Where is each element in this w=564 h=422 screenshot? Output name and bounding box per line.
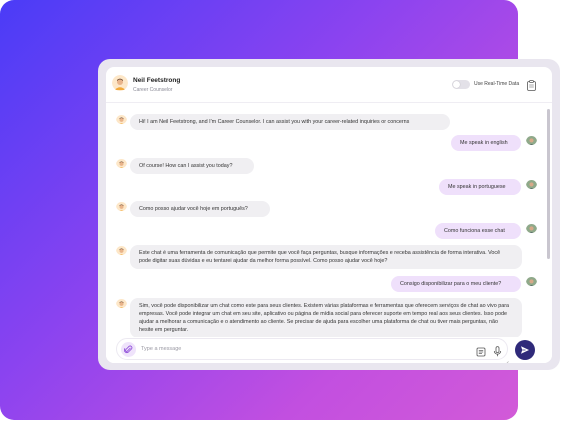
message-scrollbar[interactable] [547,109,550,259]
send-icon [521,346,529,354]
paperclip-icon [124,345,133,353]
attach-button[interactable] [121,342,136,357]
bot-message: Sim, você pode disponibilizar um chat co… [130,298,522,337]
bot-message: Este chat é uma ferramenta de comunicaçã… [130,245,522,269]
user-avatar [526,222,537,233]
chat-window: Neil Feetstrong Career Counselor Use Rea… [106,67,552,363]
bot-message: Hi! I am Neil Feetstrong, and I'm Career… [130,114,450,130]
user-message: Consigo disponibilizar para o meu client… [391,276,521,292]
chat-header: Neil Feetstrong Career Counselor Use Rea… [106,67,552,103]
bot-avatar [116,157,127,168]
bot-avatar [112,75,128,91]
user-avatar [526,275,537,286]
bot-avatar [116,113,127,124]
bot-avatar [116,244,127,255]
user-avatar [526,178,537,189]
bot-avatar [116,200,127,211]
agent-role: Career Counselor [133,87,173,93]
clipboard-icon[interactable] [527,78,536,96]
send-button[interactable] [515,340,535,360]
message-list: Hi! I am Neil Feetstrong, and I'm Career… [106,104,552,337]
composer [106,337,552,363]
user-avatar [526,134,537,145]
microphone-icon[interactable] [493,344,502,362]
bot-message: Of course! How can I assist you today? [130,158,254,174]
bot-message: Como posso ajudar você hoje em português… [130,201,270,217]
agent-name: Neil Feetstrong [133,77,181,84]
document-icon[interactable] [476,344,486,362]
resize-handle-icon[interactable] [504,353,509,363]
realtime-toggle[interactable] [452,80,470,89]
bot-avatar [116,297,127,308]
message-input[interactable] [141,343,461,355]
user-message: Como funciona esse chat [435,223,521,239]
user-message: Me speak in portuguese [439,179,521,195]
user-message: Me speak in english [451,135,521,151]
realtime-label: Use Real-Time Data [474,81,520,87]
